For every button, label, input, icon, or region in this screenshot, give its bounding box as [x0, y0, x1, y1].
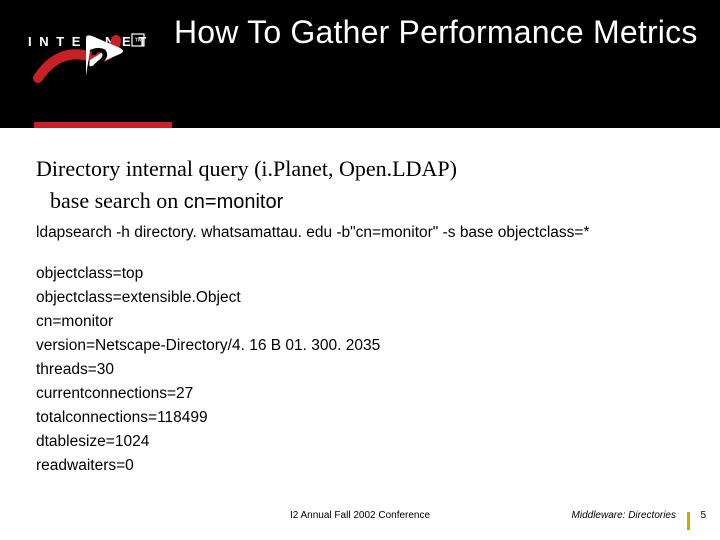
- command-line: ldapsearch -h directory. whatsamattau. e…: [36, 224, 684, 242]
- output-line: objectclass=extensible.Object: [36, 286, 684, 310]
- intro-line-2-prefix: base search on: [50, 188, 184, 213]
- svg-text:2: 2: [90, 42, 109, 80]
- footer-conference: I2 Annual Fall 2002 Conference: [290, 510, 430, 521]
- svg-text:™: ™: [134, 36, 143, 46]
- accent-bar: [34, 122, 172, 128]
- footer-page-number: 5: [700, 510, 706, 521]
- slide-body: Directory internal query (i.Planet, Open…: [0, 128, 720, 478]
- output-line: cn=monitor: [36, 310, 684, 334]
- output-line: objectclass=top: [36, 262, 684, 286]
- internet2-logo: I N T E R N E T ™ 2: [28, 28, 146, 89]
- output-line: currentconnections=27: [36, 382, 684, 406]
- output-line: readwaiters=0: [36, 454, 684, 478]
- footer-topic: Middleware: Directories: [572, 510, 676, 521]
- slide-header: I N T E R N E T ™ 2 How To Gather Perfor…: [0, 0, 720, 128]
- slide-title: How To Gather Performance Metrics: [174, 14, 698, 51]
- output-line: threads=30: [36, 358, 684, 382]
- output-line: dtablesize=1024: [36, 430, 684, 454]
- intro-line-2: base search on cn=monitor: [36, 188, 684, 214]
- intro-line-1: Directory internal query (i.Planet, Open…: [36, 156, 684, 182]
- command-output: objectclass=topobjectclass=extensible.Ob…: [36, 262, 684, 478]
- footer-divider: [687, 512, 690, 530]
- output-line: version=Netscape-Directory/4. 16 B 01. 3…: [36, 334, 684, 358]
- intro-line-2-mono: cn=monitor: [184, 191, 284, 213]
- slide-footer: I2 Annual Fall 2002 Conference Middlewar…: [0, 510, 720, 528]
- output-line: totalconnections=118499: [36, 406, 684, 430]
